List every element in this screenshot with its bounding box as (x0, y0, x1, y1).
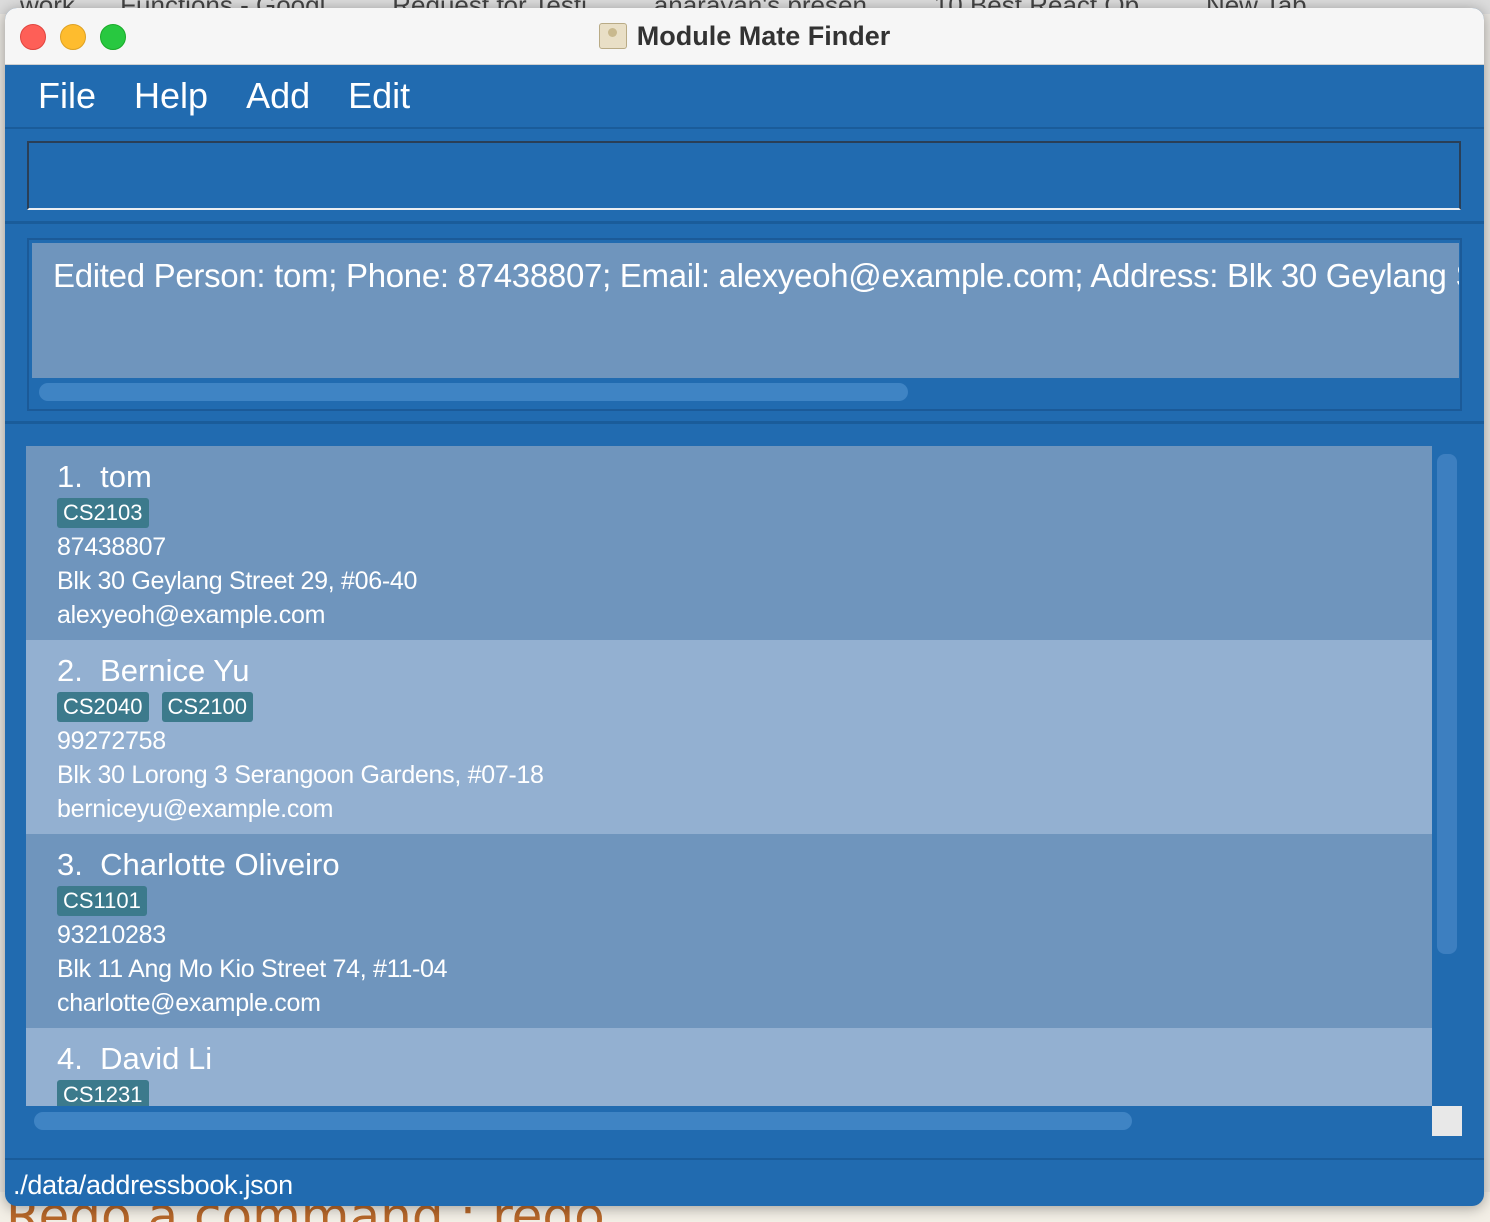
menu-add[interactable]: Add (246, 75, 310, 117)
save-location: ./data/addressbook.json (13, 1170, 293, 1200)
tag-list: CS2040 CS2100 (57, 692, 1432, 722)
tag: CS2100 (161, 692, 254, 722)
tag: CS2040 (57, 692, 149, 722)
person-index: 1. (57, 459, 83, 494)
divider (5, 421, 1484, 424)
divider (5, 221, 1484, 224)
menu-edit[interactable]: Edit (348, 75, 410, 117)
menu-bar: File Help Add Edit (5, 65, 1484, 129)
tag: CS2103 (57, 498, 149, 528)
person-address: Blk 30 Lorong 3 Serangoon Gardens, #07-1… (57, 761, 544, 789)
menu-help[interactable]: Help (134, 75, 208, 117)
person-name: tom (100, 459, 152, 494)
person-name-line: 4. David Li (57, 1040, 1432, 1078)
person-phone: 99272758 (57, 727, 166, 755)
person-index: 4. (57, 1041, 83, 1076)
person-card[interactable]: 2. Bernice Yu CS2040 CS2100 99272758 Blk… (26, 640, 1432, 834)
tag-list: CS1231 (57, 1080, 1432, 1106)
person-phone: 87438807 (57, 533, 166, 561)
title-wrap: Module Mate Finder (5, 8, 1484, 64)
person-card[interactable]: 3. Charlotte Oliveiro CS1101 93210283 Bl… (26, 834, 1432, 1028)
person-phone: 93210283 (57, 921, 166, 949)
command-input[interactable] (27, 141, 1461, 210)
person-index: 2. (57, 653, 83, 688)
person-name: Bernice Yu (100, 653, 250, 688)
result-display-frame: Edited Person: tom; Phone: 87438807; Ema… (27, 238, 1462, 411)
person-name-line: 2. Bernice Yu (57, 652, 1432, 690)
app-window: Module Mate Finder File Help Add Edit Ed… (5, 8, 1484, 1206)
person-index: 3. (57, 847, 83, 882)
person-address: Blk 30 Geylang Street 29, #06-40 (57, 567, 418, 595)
window-title: Module Mate Finder (636, 20, 891, 51)
status-bar: ./data/addressbook.json (5, 1158, 1484, 1206)
person-list-horizontal-scrollbar[interactable] (34, 1112, 1132, 1130)
contacts-app-icon (598, 23, 627, 49)
person-name: David Li (100, 1041, 213, 1076)
person-name-line: 3. Charlotte Oliveiro (57, 846, 1432, 884)
menu-file[interactable]: File (38, 75, 96, 117)
person-name: Charlotte Oliveiro (100, 847, 340, 882)
person-email: alexyeoh@example.com (57, 601, 326, 629)
tag: CS1231 (57, 1080, 149, 1106)
result-horizontal-scrollbar[interactable] (39, 383, 908, 401)
result-display: Edited Person: tom; Phone: 87438807; Ema… (32, 243, 1459, 378)
scrollbar-corner (1432, 1106, 1462, 1136)
person-email: berniceyu@example.com (57, 795, 334, 823)
person-list: 1. tom CS2103 87438807 Blk 30 Geylang St… (26, 446, 1432, 1106)
tag-list: CS1101 (57, 886, 1432, 916)
person-address: Blk 11 Ang Mo Kio Street 74, #11-04 (57, 955, 448, 983)
tag-list: CS2103 (57, 498, 1432, 528)
tag: CS1101 (57, 886, 147, 916)
person-card[interactable]: 1. tom CS2103 87438807 Blk 30 Geylang St… (26, 446, 1432, 640)
person-name-line: 1. tom (57, 458, 1432, 496)
title-bar: Module Mate Finder (5, 8, 1484, 65)
person-card[interactable]: 4. David Li CS1231 (26, 1028, 1432, 1106)
person-list-vertical-scrollbar[interactable] (1437, 454, 1457, 954)
person-email: charlotte@example.com (57, 989, 321, 1017)
